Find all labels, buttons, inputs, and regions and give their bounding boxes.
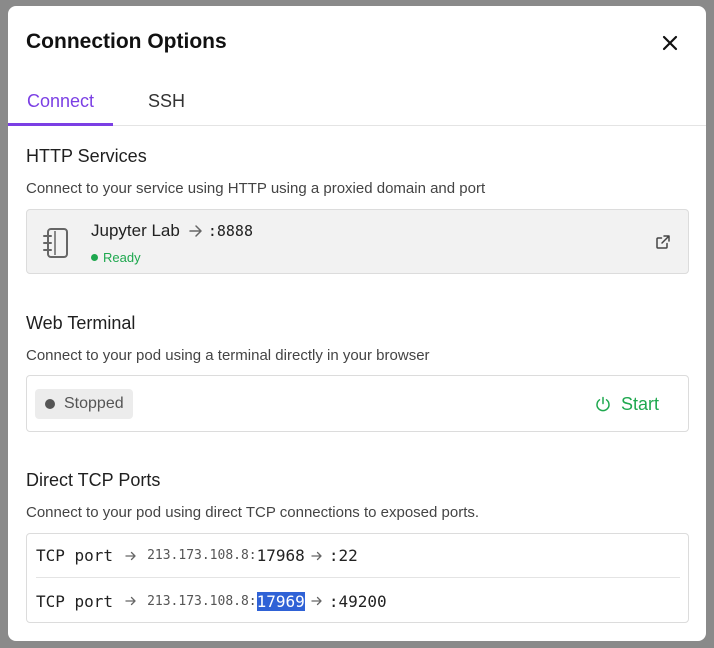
port-external-selected[interactable]: 17969 [256,591,305,611]
connection-options-modal: Connection Options Connect SSH HTTP Serv… [8,6,706,641]
web-terminal-title: Web Terminal [26,313,136,333]
port-internal: :49200 [328,591,387,611]
http-services-title: HTTP Services [26,146,147,166]
tcp-port-row: TCP port 213.173.108.8: 17968 :22 [36,534,680,578]
external-link-icon[interactable] [655,234,671,250]
tcp-ports-card: TCP port 213.173.108.8: 17968 :22 TCP po… [26,533,689,623]
port-ip[interactable]: 213.173.108.8: [147,594,257,609]
port-ip[interactable]: 213.173.108.8: [147,548,257,563]
close-button[interactable] [656,30,684,56]
status-ready: Ready [91,250,141,265]
status-stopped-badge: Stopped [35,389,133,419]
port-internal: :22 [328,546,358,565]
arrow-right-icon [311,551,322,560]
status-ready-label: Ready [103,250,141,265]
arrow-right-icon [311,596,322,606]
service-name: Jupyter Lab [91,221,180,240]
stopped-dot [45,399,55,409]
modal-title: Connection Options [26,30,227,53]
service-port: :8888 [207,222,253,240]
close-icon [662,35,678,51]
status-stopped-label: Stopped [64,395,124,412]
port-external[interactable]: 17968 [257,546,305,565]
http-services-description: Connect to your service using HTTP using… [26,180,486,197]
port-label: TCP port [36,546,114,565]
status-dot [91,254,98,261]
web-terminal-description: Connect to your pod using a terminal dir… [26,347,430,364]
tab-bar: Connect SSH [8,84,706,126]
arrow-right-icon [125,551,136,560]
notebook-icon [43,228,68,258]
power-icon [596,396,610,412]
port-label: TCP port [36,591,114,611]
tab-ssh[interactable]: SSH [148,84,185,125]
arrow-right-icon [125,596,136,606]
arrow-right-icon [189,225,202,237]
service-name-row: Jupyter Lab :8888 [91,221,253,241]
tcp-ports-description: Connect to your pod using direct TCP con… [26,504,480,521]
web-terminal-card: Stopped Start [26,375,689,432]
tab-connect[interactable]: Connect [8,84,113,126]
tcp-ports-title: Direct TCP Ports [26,470,161,490]
jupyter-service-card[interactable]: Jupyter Lab :8888 Ready [26,209,689,274]
start-button[interactable]: Start [595,389,659,419]
start-label: Start [621,393,660,414]
tcp-port-row: TCP port 213.173.108.8: 17969 :49200 [36,579,680,623]
